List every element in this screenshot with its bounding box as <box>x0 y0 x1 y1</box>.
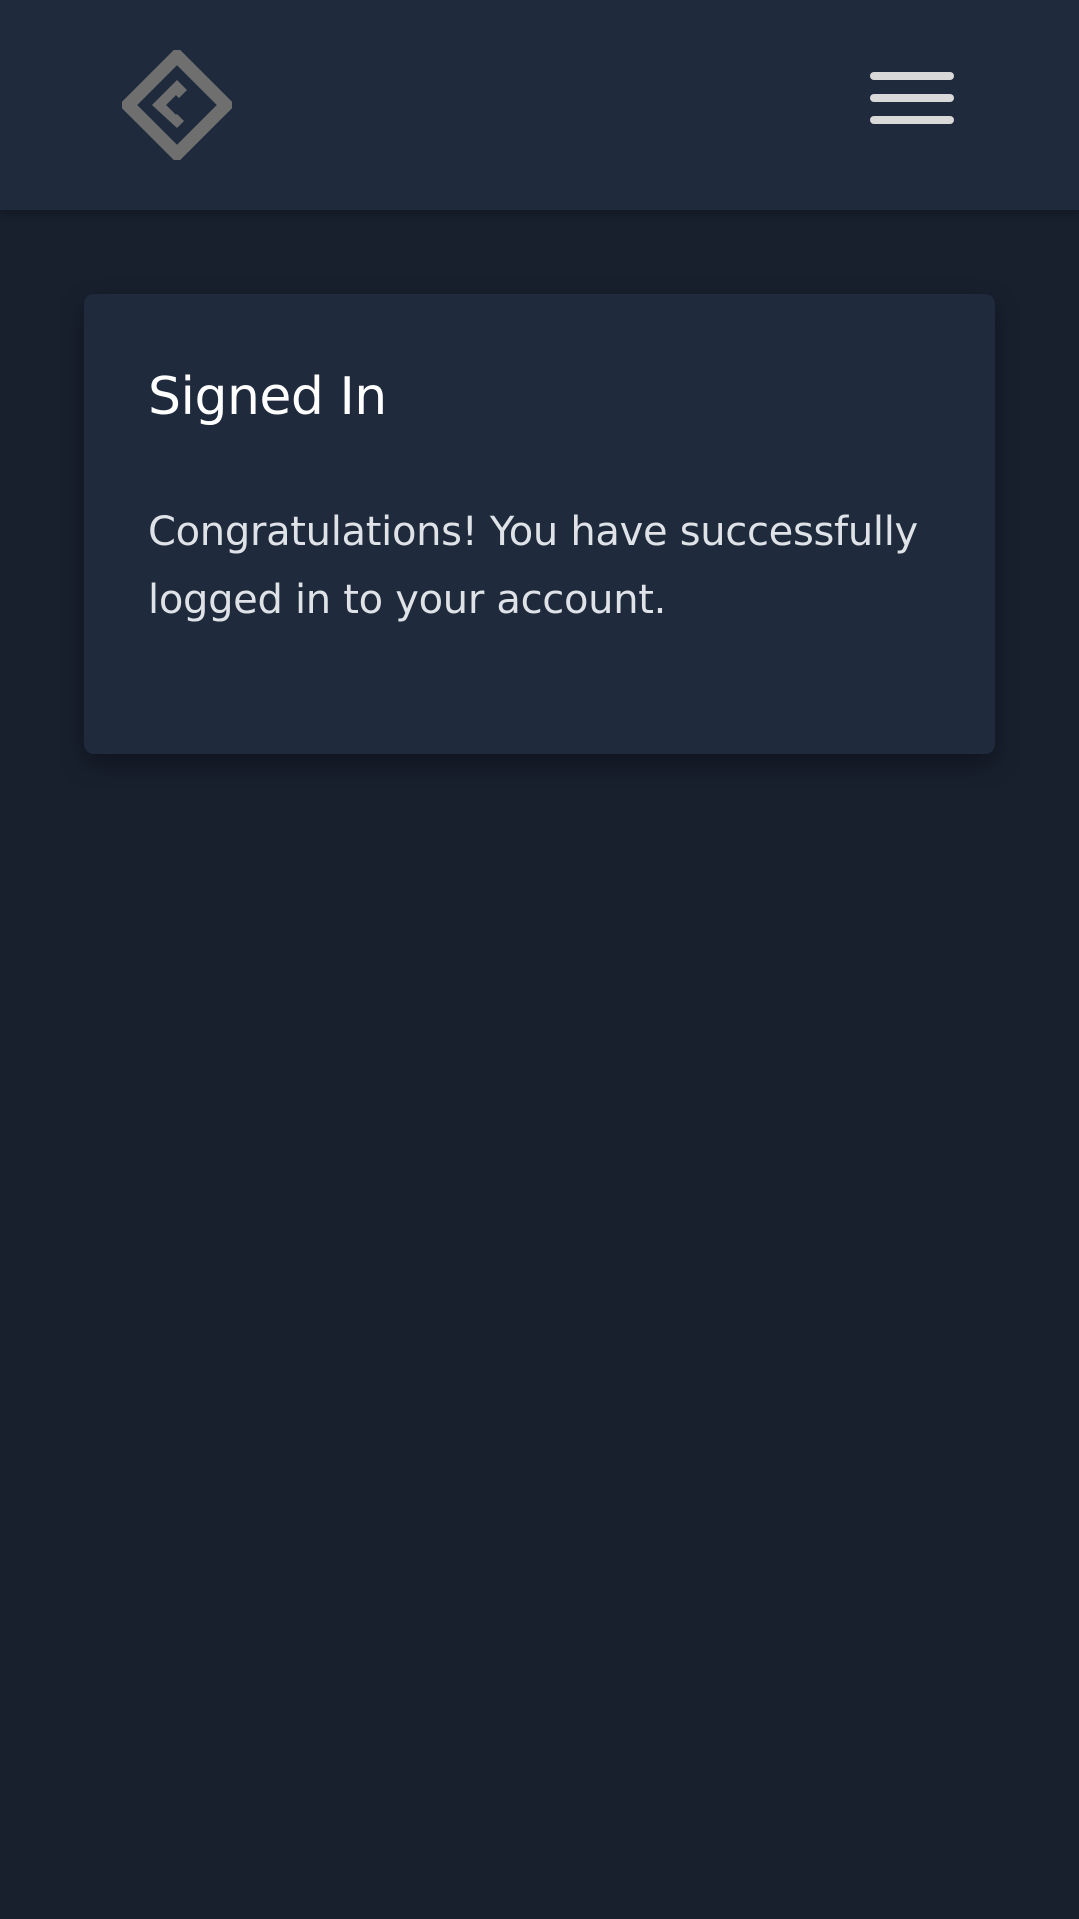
brand-diamond-logo-icon <box>118 46 236 164</box>
top-navigation-bar <box>0 0 1079 210</box>
hamburger-menu-icon <box>870 116 954 124</box>
card-title: Signed In <box>148 367 387 427</box>
success-message: Congratulations! You have successfully l… <box>148 509 918 623</box>
signed-in-card: Signed In Congratulations! You have succ… <box>84 294 995 754</box>
hamburger-menu-icon <box>870 94 954 102</box>
home-logo-link[interactable] <box>118 46 236 164</box>
hamburger-menu-button[interactable] <box>860 64 954 136</box>
hamburger-menu-icon <box>870 72 954 80</box>
